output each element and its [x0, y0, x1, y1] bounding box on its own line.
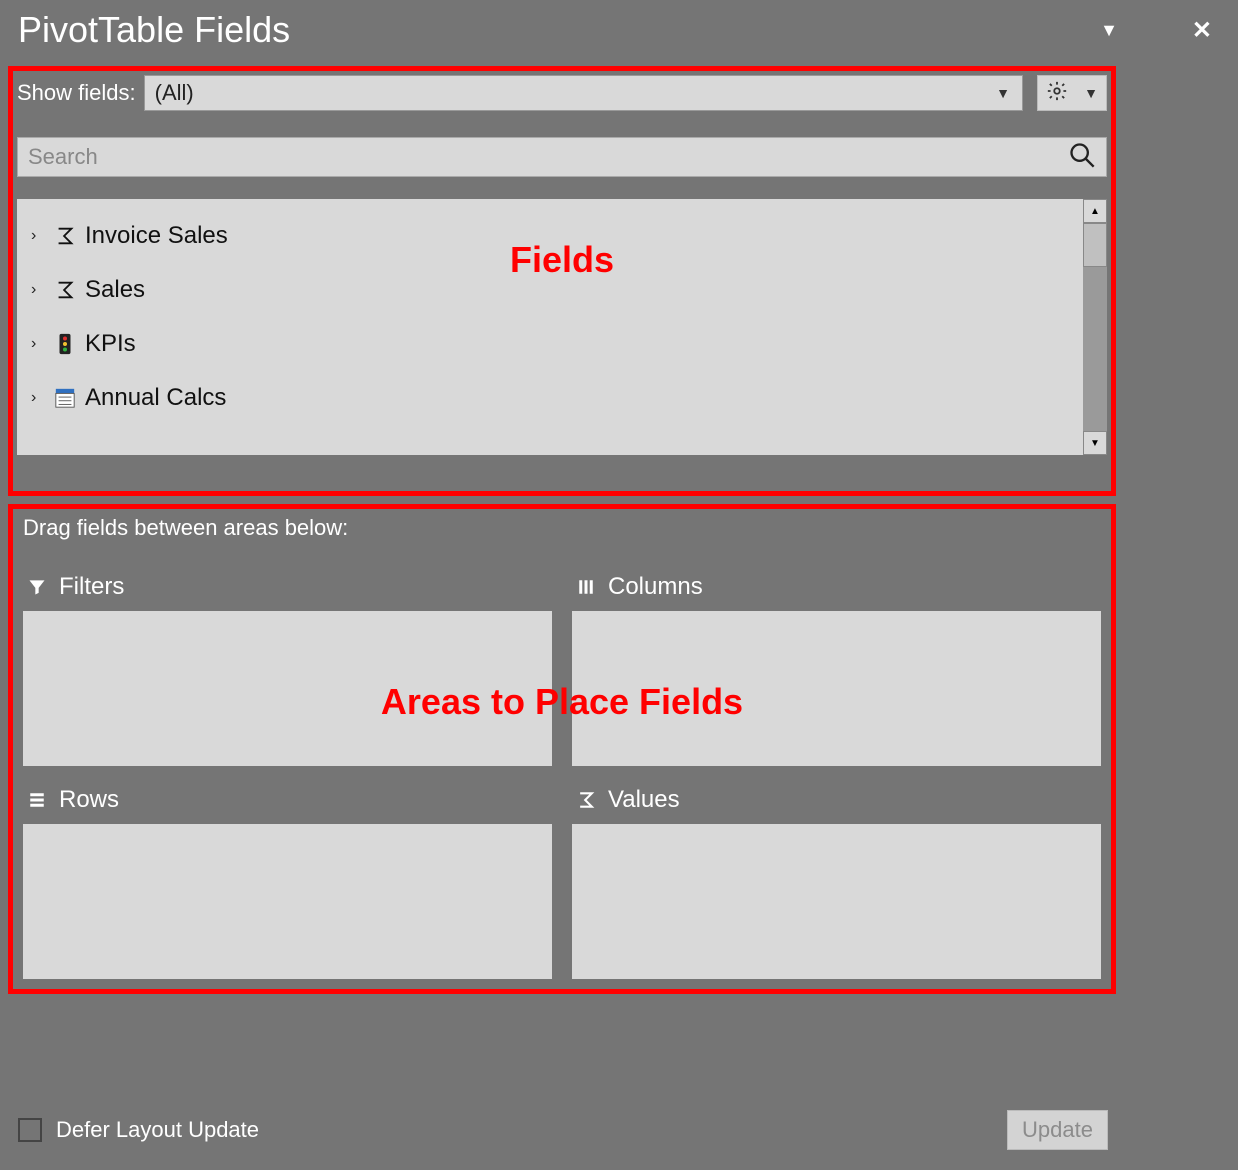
defer-layout-checkbox[interactable]	[18, 1118, 42, 1142]
chevron-right-icon: ›	[31, 281, 51, 299]
close-button[interactable]: ✕	[1184, 12, 1220, 49]
columns-icon	[576, 577, 596, 597]
show-fields-label: Show fields:	[17, 80, 144, 106]
sigma-icon	[576, 790, 596, 810]
show-fields-dropdown[interactable]: (All) ▼	[144, 75, 1023, 111]
show-fields-value: (All)	[155, 80, 194, 106]
fields-section: Show fields: (All) ▼ ▼ Search	[8, 66, 1116, 496]
settings-button[interactable]: ▼	[1037, 75, 1107, 111]
field-item-sales[interactable]: › Sales	[21, 263, 1079, 317]
chevron-right-icon: ›	[31, 227, 51, 245]
field-item-annual-calcs[interactable]: › Annual Calcs	[21, 371, 1079, 425]
fields-list-container: › Invoice Sales › Sales ›	[17, 199, 1107, 455]
rows-label: Rows	[59, 786, 119, 814]
update-button[interactable]: Update	[1007, 1110, 1108, 1150]
scroll-down-button[interactable]: ▼	[1083, 431, 1107, 455]
kpi-icon	[51, 333, 79, 355]
chevron-right-icon: ›	[31, 389, 51, 407]
chevron-right-icon: ›	[31, 335, 51, 353]
defer-layout-label: Defer Layout Update	[56, 1117, 259, 1143]
values-area: Values	[572, 782, 1101, 979]
filters-label: Filters	[59, 573, 124, 601]
fields-list: › Invoice Sales › Sales ›	[17, 199, 1083, 455]
field-label: KPIs	[79, 330, 136, 358]
funnel-icon	[27, 577, 47, 597]
pane-title: PivotTable Fields	[18, 9, 290, 51]
columns-dropzone[interactable]	[572, 611, 1101, 766]
drag-instruction-label: Drag fields between areas below:	[23, 515, 1101, 541]
field-label: Annual Calcs	[79, 384, 226, 412]
search-input[interactable]: Search	[17, 137, 1107, 177]
scroll-up-button[interactable]: ▲	[1083, 199, 1107, 223]
gear-icon	[1046, 80, 1068, 107]
footer-row: Defer Layout Update Update	[18, 1110, 1108, 1150]
columns-area: Columns	[572, 569, 1101, 766]
field-item-kpis[interactable]: › KPIs	[21, 317, 1079, 371]
rows-dropzone[interactable]	[23, 824, 552, 979]
pane-menu-dropdown[interactable]: ▼	[1094, 14, 1124, 47]
filters-dropzone[interactable]	[23, 611, 552, 766]
areas-section: Drag fields between areas below: Filters	[8, 504, 1116, 994]
rows-icon	[27, 790, 47, 810]
field-label: Sales	[79, 276, 145, 304]
values-dropzone[interactable]	[572, 824, 1101, 979]
sigma-icon	[51, 279, 79, 301]
scroll-thumb[interactable]	[1083, 223, 1107, 267]
columns-label: Columns	[608, 573, 703, 601]
chevron-down-icon: ▼	[1084, 85, 1098, 101]
scrollbar[interactable]: ▲ ▼	[1083, 199, 1107, 455]
table-icon	[51, 387, 79, 409]
filters-area: Filters	[23, 569, 552, 766]
search-placeholder: Search	[28, 144, 1068, 170]
field-label: Invoice Sales	[79, 222, 228, 250]
sigma-icon	[51, 225, 79, 247]
show-fields-row: Show fields: (All) ▼ ▼	[17, 75, 1107, 111]
areas-grid: Filters Columns	[23, 569, 1101, 979]
field-item-invoice-sales[interactable]: › Invoice Sales	[21, 209, 1079, 263]
rows-area: Rows	[23, 782, 552, 979]
pane-header: PivotTable Fields ▼ ✕	[0, 0, 1238, 60]
values-label: Values	[608, 786, 680, 814]
search-icon	[1068, 141, 1096, 174]
chevron-down-icon: ▼	[996, 85, 1010, 101]
